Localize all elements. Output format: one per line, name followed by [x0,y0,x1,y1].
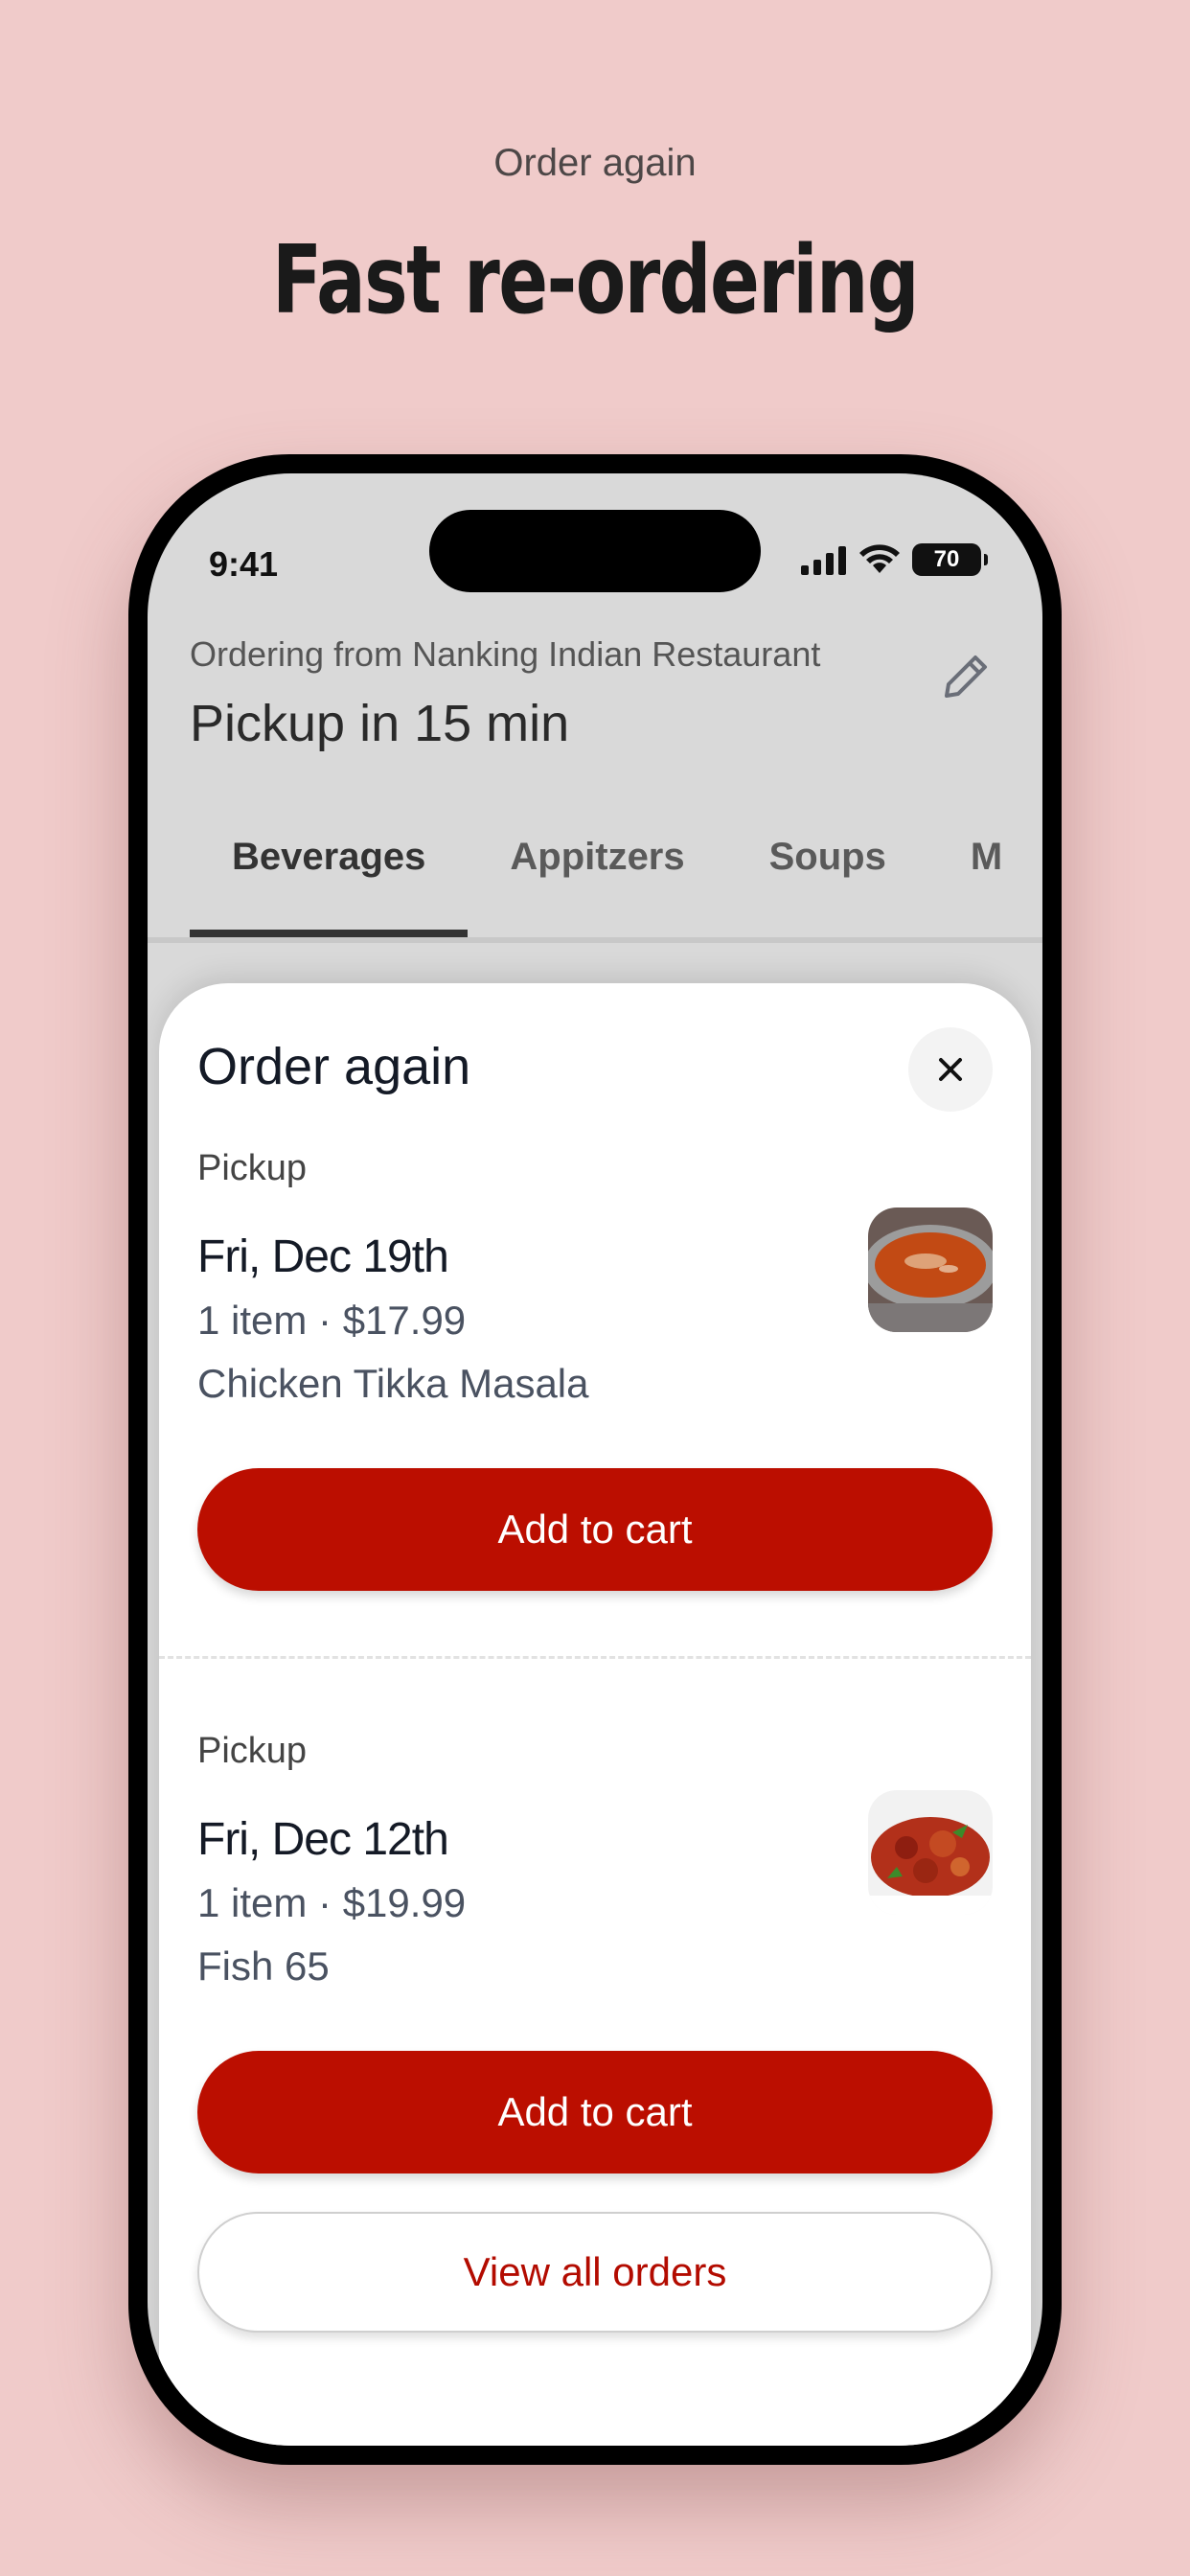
phone-screen: 9:41 70 Ordering from Nanking Indian Res… [148,473,1042,2446]
dynamic-island [429,510,761,592]
promo-subtitle: Order again [493,142,697,184]
signal-icon [801,546,846,575]
order-summary: 1 item · $17.99 [197,1298,467,1343]
sheet-title: Order again [197,1038,471,1095]
tab-divider [148,937,1042,943]
order-type: Pickup [197,1731,308,1771]
status-icons: 70 [801,540,988,579]
order-again-sheet: Order again Pickup Fri, Dec 19th 1 item … [159,983,1031,2446]
order-date: Fri, Dec 12th [197,1814,449,1865]
add-to-cart-button[interactable]: Add to cart [197,2051,993,2174]
order-card: Pickup Fri, Dec 19th 1 item · $17.99 Chi… [197,1148,993,1598]
order-summary: 1 item · $19.99 [197,1880,467,1925]
status-time: 9:41 [209,544,279,584]
order-card: Pickup Fri, Dec 12th 1 item · $19.99 Fis… [197,1731,993,2181]
order-item-name: Fish 65 [197,1944,330,1989]
battery-icon: 70 [912,543,988,576]
order-date: Fri, Dec 19th [197,1231,449,1282]
ordering-from-label: Ordering from Nanking Indian Restaurant [190,634,821,674]
tab-beverages[interactable]: Beverages [190,818,469,937]
close-icon [939,1058,962,1081]
category-tabs: Beverages Appitzers Soups M [190,818,1042,937]
order-type: Pickup [197,1148,308,1188]
view-all-orders-button[interactable]: View all orders [197,2212,993,2333]
tab-soups[interactable]: Soups [727,818,928,937]
close-button[interactable] [908,1027,993,1112]
tab-more[interactable]: M [928,818,1042,937]
add-to-cart-button[interactable]: Add to cart [197,1468,993,1591]
tab-appetizers[interactable]: Appitzers [468,818,726,937]
pickup-time: Pickup in 15 min [190,695,570,752]
wifi-icon [859,544,900,573]
food-thumbnail [868,1208,993,1332]
pencil-icon[interactable] [935,646,996,707]
phone-frame: 9:41 70 Ordering from Nanking Indian Res… [128,454,1062,2465]
food-thumbnail [868,1790,993,1915]
divider [159,1656,1031,1659]
promo-title: Fast re-ordering [271,226,920,335]
order-item-name: Chicken Tikka Masala [197,1361,589,1406]
